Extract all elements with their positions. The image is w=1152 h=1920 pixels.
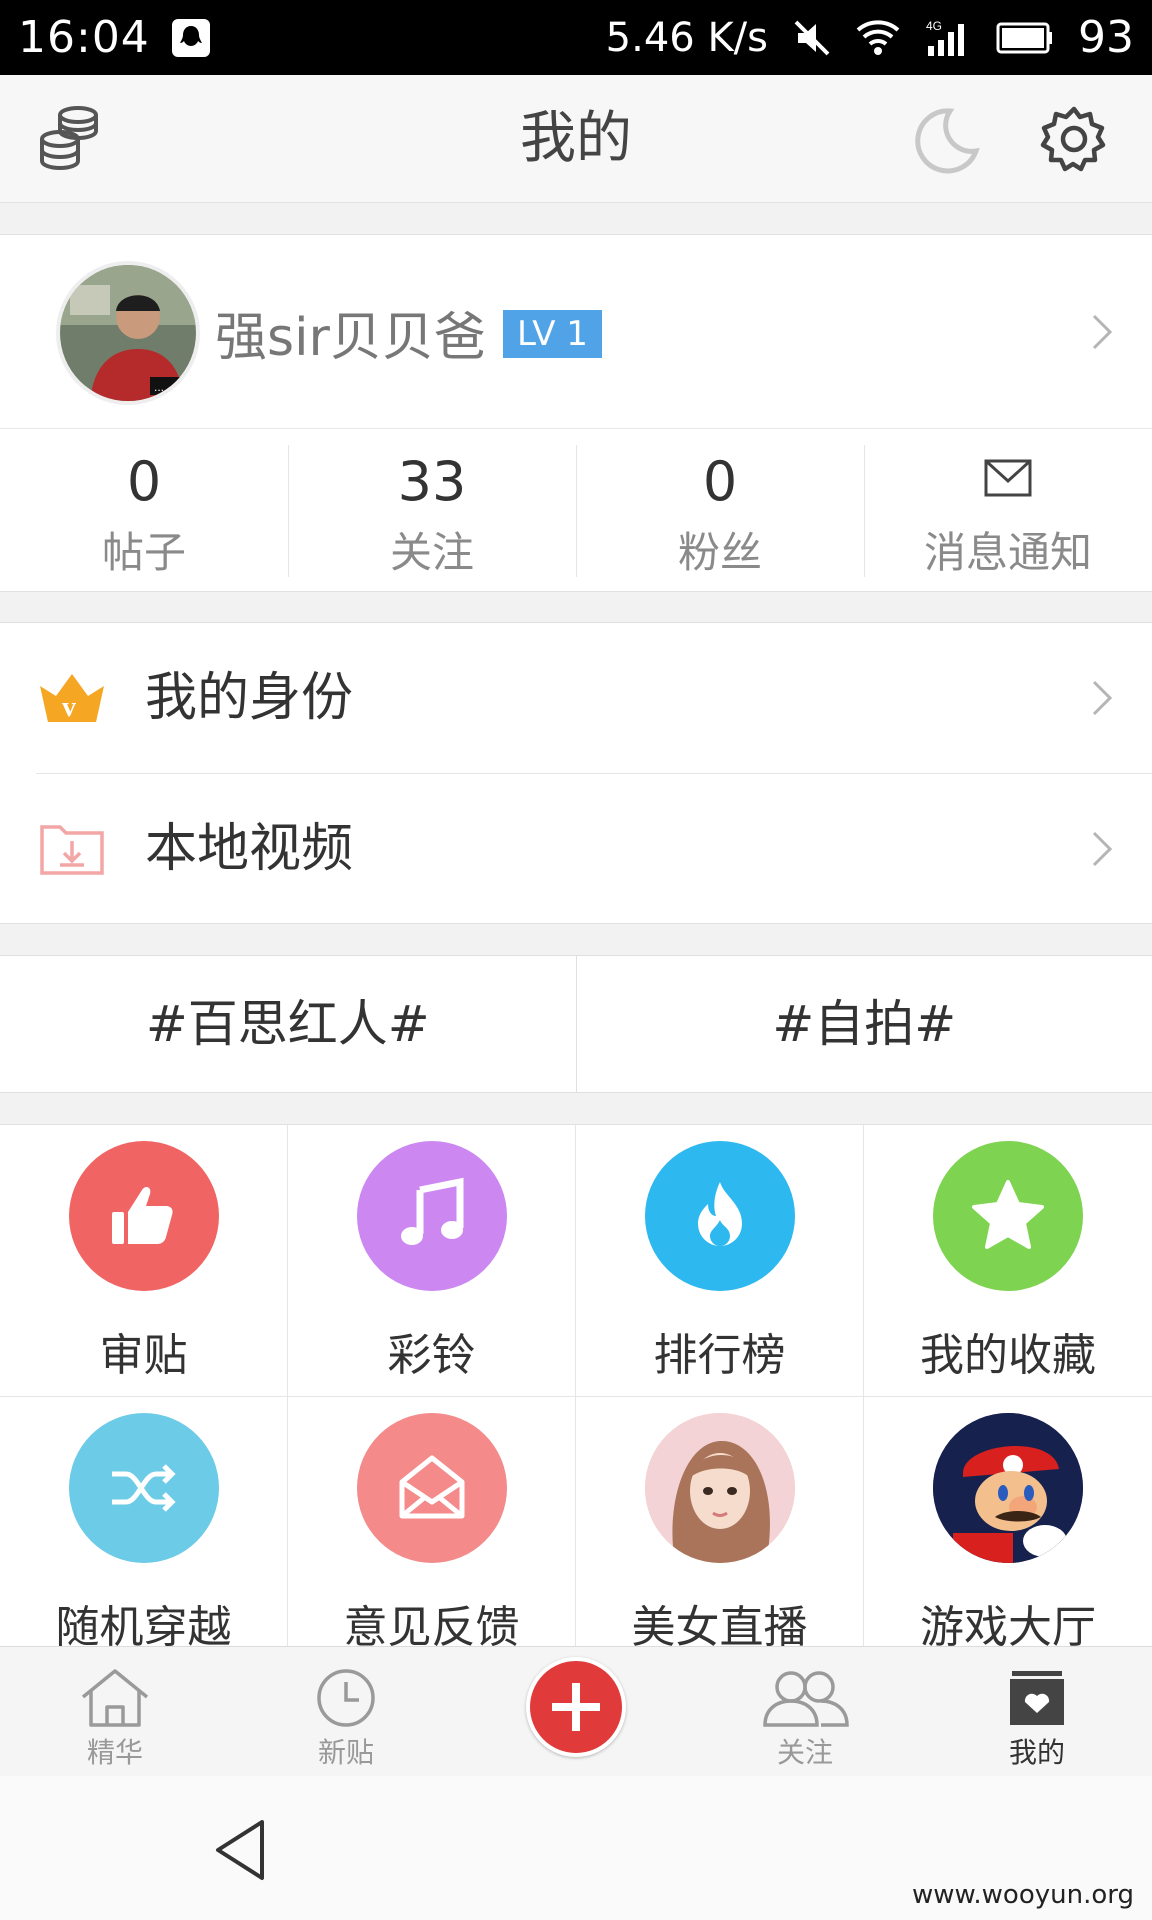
stat-label: 消息通知 <box>923 528 1092 577</box>
stat-fans[interactable]: 0 粉丝 <box>576 429 864 593</box>
stat-notifications[interactable]: 消息通知 <box>864 429 1152 593</box>
mute-icon <box>794 20 830 55</box>
menu-item-local-video[interactable]: 本地视频 <box>0 774 1152 924</box>
grid-item-ranking[interactable]: 排行榜 <box>576 1125 864 1397</box>
stat-label: 帖子 <box>101 528 186 577</box>
nav-tab-featured[interactable]: 精华 <box>35 1647 195 1777</box>
feature-grid: 审贴 彩铃 排行榜 我的收藏 随机穿越 意见反馈 美女直播 游戏大厅 <box>0 1124 1152 1646</box>
people-icon <box>763 1671 849 1727</box>
grid-label: 美女直播 <box>631 1602 808 1646</box>
watermark: www.wooyun.org <box>911 1880 1134 1910</box>
star-icon <box>933 1141 1083 1291</box>
grid-label: 彩铃 <box>387 1330 476 1381</box>
grid-label: 意见反馈 <box>343 1602 520 1646</box>
battery-icon <box>996 22 1052 53</box>
status-bar: 16:04 5.46 K/s 4G 93 <box>0 0 1152 75</box>
stat-posts[interactable]: 0 帖子 <box>0 429 288 593</box>
clock-icon <box>317 1669 375 1727</box>
stats-row: 0 帖子 33 关注 0 粉丝 消息通知 <box>0 429 1152 593</box>
grid-item-game-hall[interactable]: 游戏大厅 <box>864 1397 1152 1646</box>
nav-label: 关注 <box>776 1736 833 1769</box>
username: 强sir贝贝爸 <box>215 308 486 368</box>
plus-icon <box>552 1683 600 1731</box>
game-mario-photo <box>933 1413 1083 1563</box>
grid-item-feedback[interactable]: 意见反馈 <box>288 1397 576 1646</box>
menu-item-identity[interactable]: v 我的身份 <box>0 623 1152 773</box>
chevron-right-icon <box>1092 831 1113 867</box>
chevron-right-icon <box>1092 680 1113 716</box>
grid-label: 游戏大厅 <box>920 1602 1096 1646</box>
crown-v-icon: v <box>40 674 104 723</box>
menu-list: v 我的身份 本地视频 <box>0 622 1152 924</box>
hashtag-bar: #百思红人# #自拍# <box>0 955 1152 1093</box>
home-icon <box>81 1669 149 1727</box>
grid-label: 审贴 <box>99 1330 188 1381</box>
profile-box-icon <box>1010 1671 1064 1725</box>
bottom-nav: 精华 新贴 关注 我的 <box>0 1646 1152 1776</box>
grid-item-ringtone[interactable]: 彩铃 <box>288 1125 576 1397</box>
shuffle-icon <box>68 1413 219 1563</box>
grid-item-live-stream[interactable]: 美女直播 <box>576 1397 864 1646</box>
menu-label: 本地视频 <box>145 819 354 879</box>
stat-label: 关注 <box>389 528 474 577</box>
music-note-icon <box>356 1141 507 1291</box>
level-badge: LV 1 <box>503 310 602 358</box>
grid-item-review[interactable]: 审贴 <box>0 1125 288 1397</box>
coins-icon[interactable] <box>38 105 100 173</box>
envelope-icon <box>356 1413 507 1563</box>
svg-text:...: ... <box>154 380 164 394</box>
grid-label: 排行榜 <box>653 1330 786 1381</box>
night-mode-moon-icon[interactable] <box>910 105 980 175</box>
flame-icon <box>644 1141 795 1291</box>
profile-card: ... 强sir贝贝爸 LV 1 0 帖子 33 关注 0 粉丝 消息通知 <box>0 234 1152 592</box>
tag-selfie[interactable]: #自拍# <box>575 956 1152 1092</box>
grid-label: 随机穿越 <box>55 1602 232 1646</box>
avatar[interactable]: ... <box>56 261 200 405</box>
app-header: 我的 <box>0 75 1152 203</box>
signal-4g-icon: 4G <box>926 19 964 56</box>
grid-label: 我的收藏 <box>920 1330 1096 1381</box>
nav-tab-mine[interactable]: 我的 <box>957 1647 1117 1777</box>
add-post-button[interactable] <box>526 1657 626 1757</box>
system-nav-bar: www.wooyun.org <box>0 1776 1152 1920</box>
settings-gear-icon[interactable] <box>1040 105 1108 173</box>
stat-value: 0 <box>702 450 738 513</box>
grid-item-favorites[interactable]: 我的收藏 <box>864 1125 1152 1397</box>
stat-value: 33 <box>397 450 467 513</box>
stat-label: 粉丝 <box>677 528 762 577</box>
menu-label: 我的身份 <box>145 668 354 728</box>
stat-value: 0 <box>126 450 162 513</box>
nav-tab-following[interactable]: 关注 <box>725 1647 885 1777</box>
svg-text:v: v <box>62 692 76 723</box>
back-triangle-icon[interactable] <box>210 1816 270 1884</box>
tag-baisi-red[interactable]: #百思红人# <box>0 956 576 1092</box>
folder-download-icon <box>40 825 104 875</box>
svg-text:4G: 4G <box>926 19 942 33</box>
nav-label: 精华 <box>86 1736 143 1769</box>
battery-level: 93 <box>1078 12 1134 63</box>
qq-icon <box>171 18 210 57</box>
wifi-icon <box>856 19 900 55</box>
network-speed: 5.46 K/s <box>605 14 768 61</box>
stat-following[interactable]: 33 关注 <box>288 429 576 593</box>
status-time: 16:04 <box>18 12 150 63</box>
live-avatar-photo <box>644 1413 795 1563</box>
nav-label: 我的 <box>1008 1736 1065 1769</box>
nav-label: 新贴 <box>317 1736 374 1769</box>
profile-row[interactable]: ... 强sir贝贝爸 LV 1 <box>0 235 1152 429</box>
chevron-right-icon <box>1092 314 1113 350</box>
grid-item-random-travel[interactable]: 随机穿越 <box>0 1397 288 1646</box>
mail-icon <box>984 459 1032 497</box>
nav-tab-new-posts[interactable]: 新贴 <box>266 1647 426 1777</box>
thumbs-up-icon <box>68 1141 219 1291</box>
